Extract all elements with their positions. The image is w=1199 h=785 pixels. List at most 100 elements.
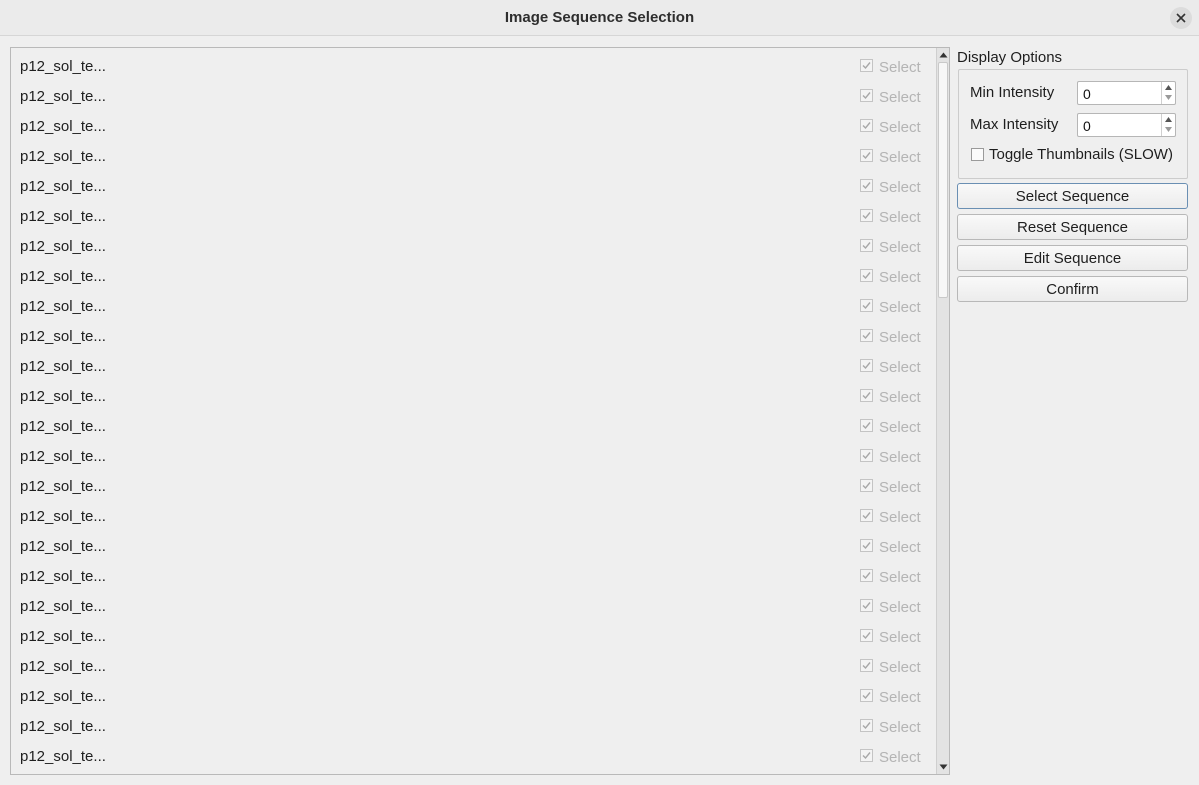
select-checkbox[interactable] [860, 719, 873, 732]
select-checkbox-label[interactable]: Select [879, 119, 921, 136]
sequence-name: p12_sol_te... [20, 118, 106, 135]
select-checkbox-label[interactable]: Select [879, 539, 921, 556]
checkmark-icon [862, 182, 871, 190]
scroll-up-icon[interactable] [939, 51, 948, 59]
list-item: p12_sol_te... Select [11, 108, 936, 138]
select-checkbox-label[interactable]: Select [879, 509, 921, 526]
select-checkbox[interactable] [860, 329, 873, 342]
dialog-window: Image Sequence Selection p12_sol_te... Se… [0, 0, 1199, 785]
list-item: p12_sol_te... Select [11, 78, 936, 108]
checkmark-icon [862, 392, 871, 400]
select-checkbox[interactable] [860, 629, 873, 642]
select-checkbox[interactable] [860, 749, 873, 762]
select-checkbox-label[interactable]: Select [879, 59, 921, 76]
vertical-scrollbar[interactable] [936, 48, 949, 774]
select-checkbox-label[interactable]: Select [879, 329, 921, 346]
select-checkbox-label[interactable]: Select [879, 479, 921, 496]
arrow-down-icon[interactable] [1165, 95, 1172, 100]
select-sequence-button[interactable]: Select Sequence [957, 183, 1188, 209]
select-checkbox[interactable] [860, 209, 873, 222]
toggle-thumbnails-checkbox[interactable] [971, 148, 984, 161]
sequence-name: p12_sol_te... [20, 418, 106, 435]
select-checkbox[interactable] [860, 239, 873, 252]
title-bar: Image Sequence Selection [0, 0, 1199, 36]
select-checkbox[interactable] [860, 89, 873, 102]
close-button[interactable] [1170, 7, 1192, 29]
select-checkbox-label[interactable]: Select [879, 149, 921, 166]
select-checkbox[interactable] [860, 419, 873, 432]
select-checkbox[interactable] [860, 659, 873, 672]
select-checkbox-label[interactable]: Select [879, 239, 921, 256]
arrow-up-icon[interactable] [1165, 117, 1172, 122]
select-checkbox[interactable] [860, 389, 873, 402]
list-item: p12_sol_te... Select [11, 138, 936, 168]
arrow-up-icon[interactable] [1165, 85, 1172, 90]
select-checkbox[interactable] [860, 449, 873, 462]
sequence-name: p12_sol_te... [20, 88, 106, 105]
select-checkbox[interactable] [860, 59, 873, 72]
max-intensity-stepper[interactable] [1161, 114, 1175, 136]
max-intensity-spinbox[interactable]: 0 [1077, 113, 1176, 137]
confirm-button[interactable]: Confirm [957, 276, 1188, 302]
sequence-name: p12_sol_te... [20, 448, 106, 465]
select-checkbox[interactable] [860, 149, 873, 162]
select-checkbox-label[interactable]: Select [879, 569, 921, 586]
edit-sequence-button[interactable]: Edit Sequence [957, 245, 1188, 271]
select-checkbox[interactable] [860, 599, 873, 612]
list-item: p12_sol_te... Select [11, 558, 936, 588]
sequence-name: p12_sol_te... [20, 208, 106, 225]
select-checkbox-label[interactable]: Select [879, 449, 921, 466]
list-item: p12_sol_te... Select [11, 438, 936, 468]
sequence-list[interactable]: p12_sol_te... Select p12_sol_te... Select p1… [10, 47, 950, 775]
toggle-thumbnails-label[interactable]: Toggle Thumbnails (SLOW) [989, 146, 1173, 163]
list-item: p12_sol_te... Select [11, 318, 936, 348]
display-options-title: Display Options [957, 49, 1063, 66]
min-intensity-value[interactable]: 0 [1083, 86, 1091, 102]
arrow-down-icon[interactable] [1165, 127, 1172, 132]
sequence-name: p12_sol_te... [20, 178, 106, 195]
select-checkbox[interactable] [860, 539, 873, 552]
select-checkbox-label[interactable]: Select [879, 719, 921, 736]
select-checkbox[interactable] [860, 359, 873, 372]
select-checkbox[interactable] [860, 569, 873, 582]
checkmark-icon [862, 722, 871, 730]
scroll-thumb[interactable] [938, 62, 948, 298]
sequence-name: p12_sol_te... [20, 508, 106, 525]
select-checkbox-label[interactable]: Select [879, 689, 921, 706]
min-intensity-stepper[interactable] [1161, 82, 1175, 104]
select-checkbox-label[interactable]: Select [879, 749, 921, 766]
checkmark-icon [862, 602, 871, 610]
select-checkbox-label[interactable]: Select [879, 629, 921, 646]
select-checkbox[interactable] [860, 689, 873, 702]
max-intensity-label: Max Intensity [970, 116, 1059, 133]
reset-sequence-button[interactable]: Reset Sequence [957, 214, 1188, 240]
select-checkbox-label[interactable]: Select [879, 599, 921, 616]
checkmark-icon [862, 242, 871, 250]
list-item: p12_sol_te... Select [11, 258, 936, 288]
sequence-name: p12_sol_te... [20, 658, 106, 675]
checkmark-icon [862, 212, 871, 220]
list-item: p12_sol_te... Select [11, 708, 936, 738]
select-checkbox[interactable] [860, 509, 873, 522]
select-checkbox[interactable] [860, 269, 873, 282]
checkmark-icon [862, 512, 871, 520]
select-checkbox[interactable] [860, 479, 873, 492]
select-checkbox[interactable] [860, 119, 873, 132]
select-checkbox-label[interactable]: Select [879, 389, 921, 406]
select-checkbox-label[interactable]: Select [879, 299, 921, 316]
select-checkbox-label[interactable]: Select [879, 359, 921, 376]
select-checkbox[interactable] [860, 179, 873, 192]
select-checkbox-label[interactable]: Select [879, 419, 921, 436]
scroll-down-icon[interactable] [939, 763, 948, 771]
select-checkbox-label[interactable]: Select [879, 659, 921, 676]
list-item: p12_sol_te... Select [11, 738, 936, 768]
select-checkbox[interactable] [860, 299, 873, 312]
max-intensity-value[interactable]: 0 [1083, 118, 1091, 134]
select-checkbox-label[interactable]: Select [879, 179, 921, 196]
select-checkbox-label[interactable]: Select [879, 89, 921, 106]
checkmark-icon [862, 122, 871, 130]
select-checkbox-label[interactable]: Select [879, 209, 921, 226]
min-intensity-spinbox[interactable]: 0 [1077, 81, 1176, 105]
select-checkbox-label[interactable]: Select [879, 269, 921, 286]
list-item: p12_sol_te... Select [11, 348, 936, 378]
